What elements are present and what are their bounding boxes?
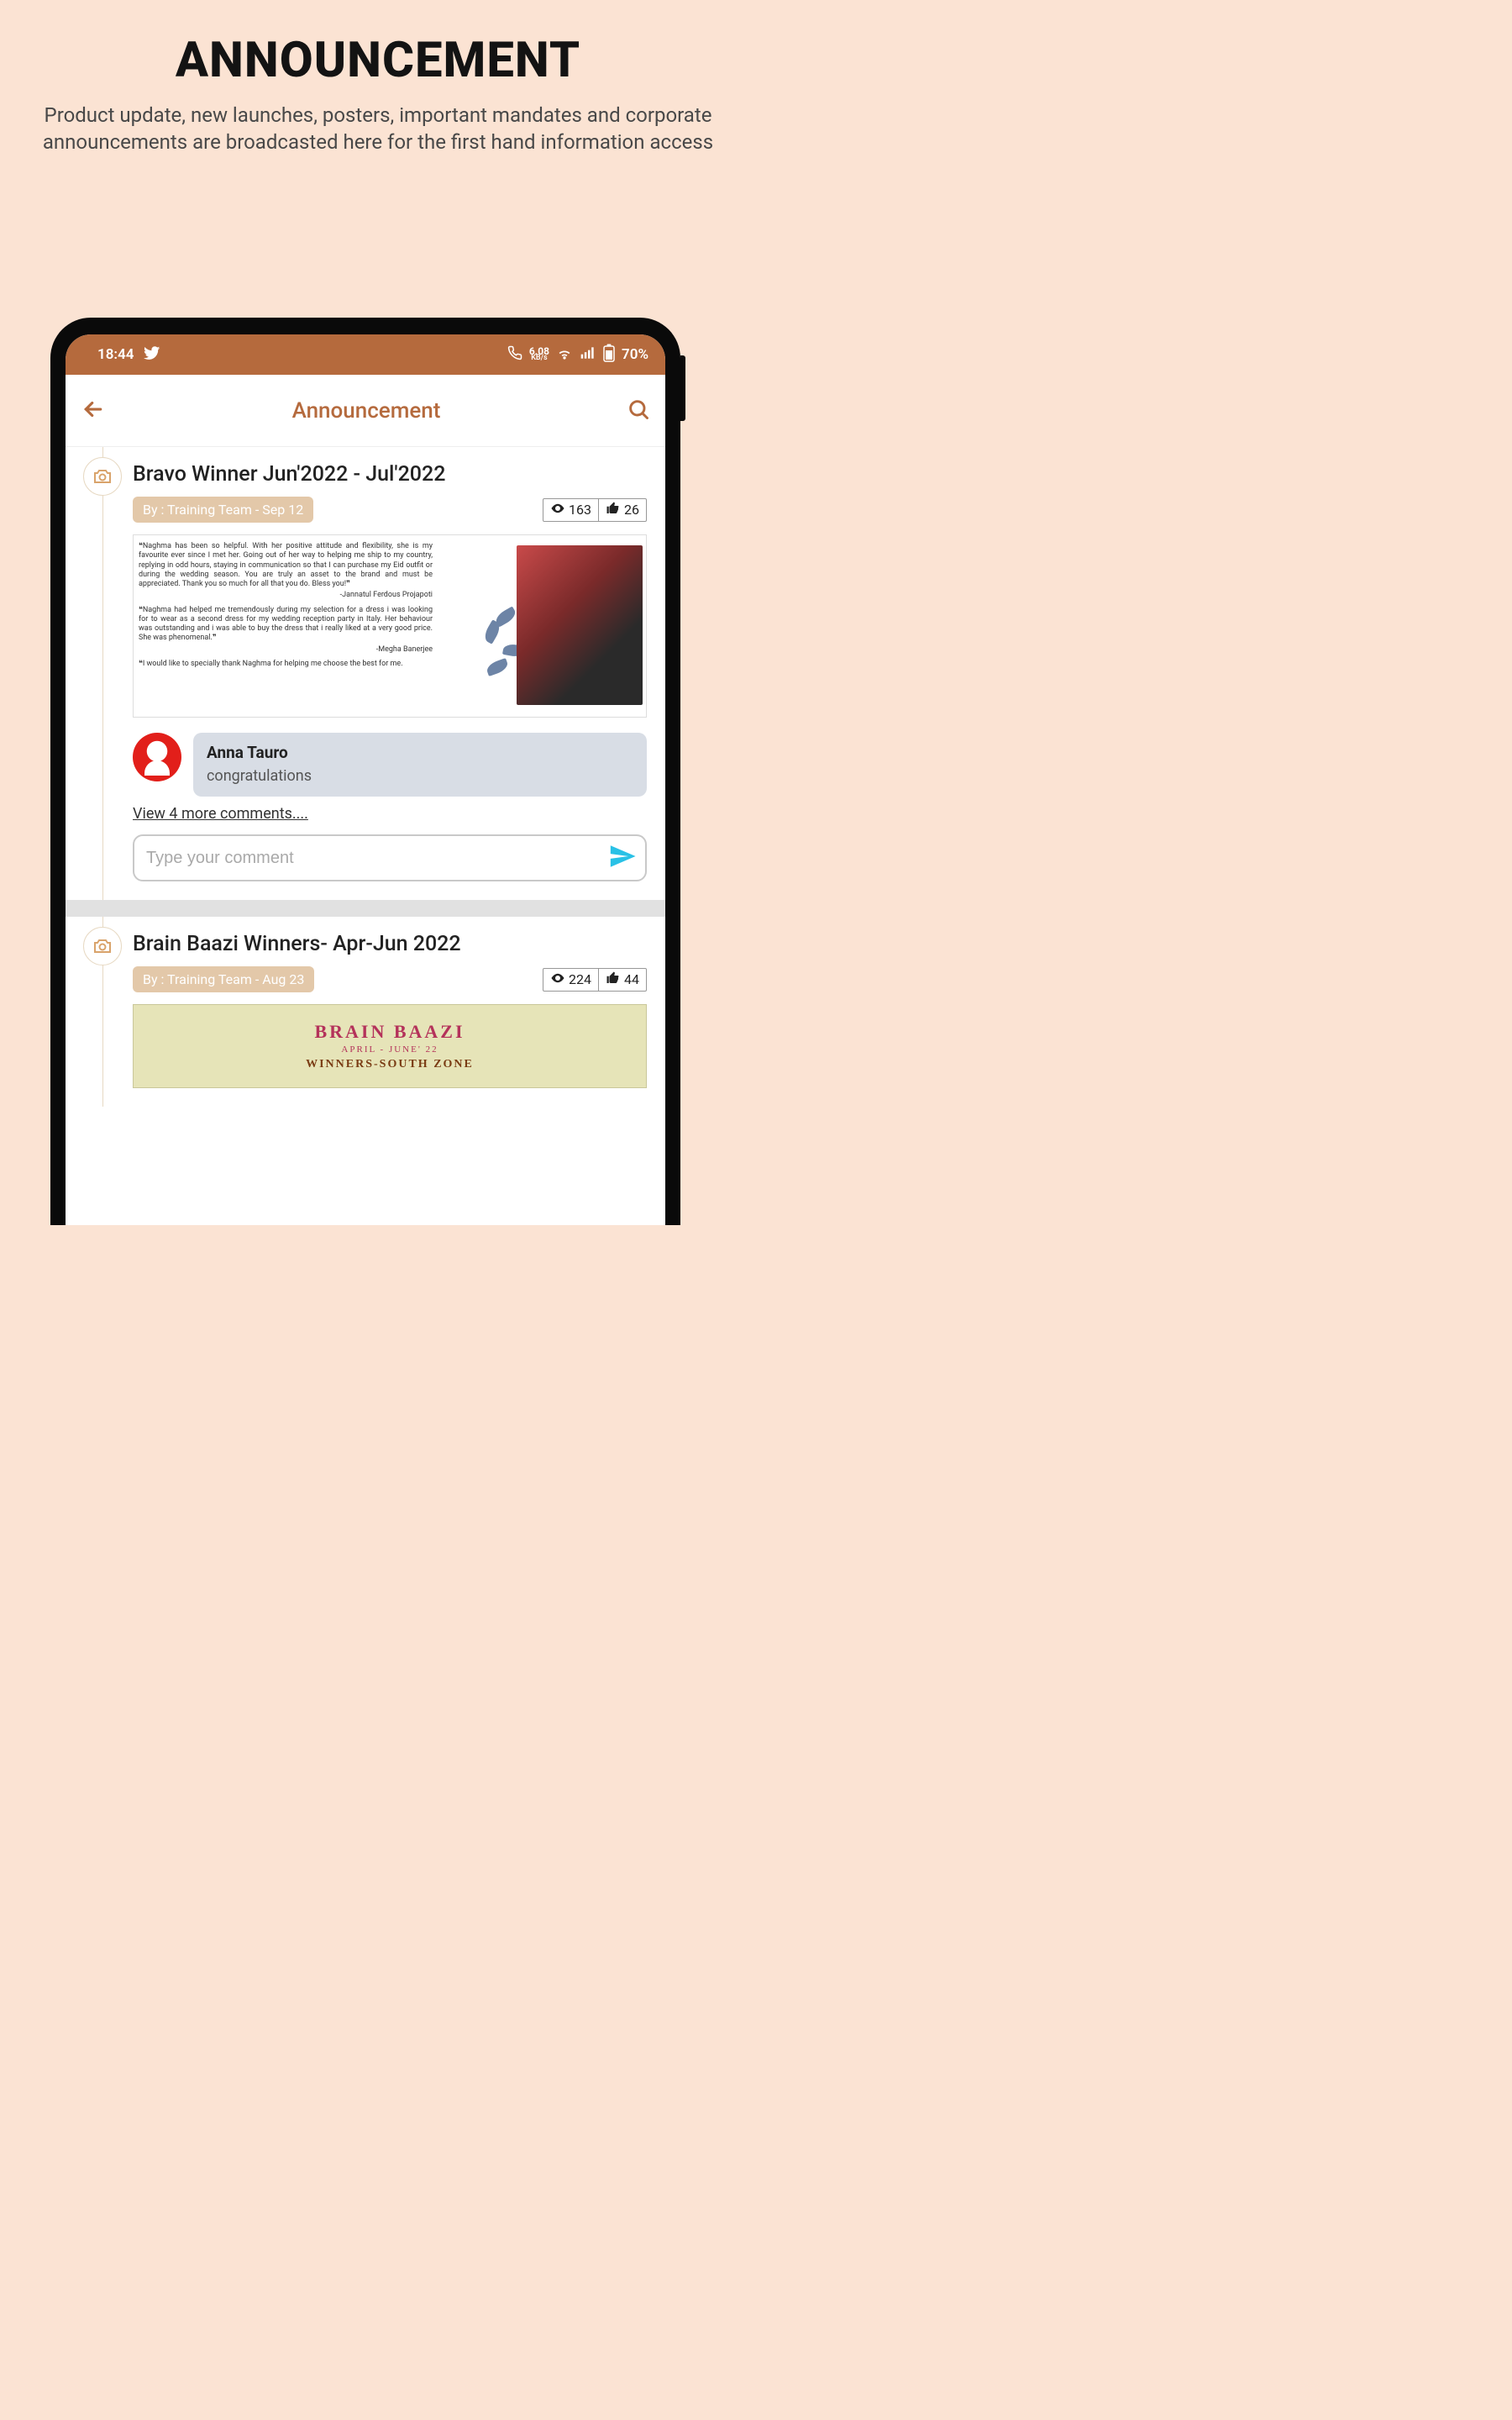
- eye-icon: [550, 501, 565, 519]
- battery-percent: 70%: [622, 346, 648, 363]
- post-title: Bravo Winner Jun'2022 - Jul'2022: [133, 462, 647, 487]
- appbar-title: Announcement: [106, 398, 627, 424]
- device-side-button: [680, 355, 685, 421]
- thumbs-up-icon: [606, 501, 621, 519]
- comment-bubble: Anna Tauro congratulations: [193, 733, 647, 797]
- post-card[interactable]: Bravo Winner Jun'2022 - Jul'2022 By : Tr…: [66, 447, 665, 900]
- post-stats: 224 44: [543, 968, 647, 992]
- app-bar: Announcement: [66, 375, 665, 447]
- banner-title: BRAIN BAAZI: [314, 1021, 465, 1043]
- post-title: Brain Baazi Winners- Apr-Jun 2022: [133, 932, 647, 956]
- search-button[interactable]: [627, 397, 650, 424]
- status-time: 18:44: [97, 346, 134, 363]
- portrait-image: [517, 545, 643, 705]
- twitter-icon: [144, 345, 160, 366]
- hero-subtitle: Product update, new launches, posters, i…: [0, 89, 756, 156]
- testimonial-quote: ❝Naghma has been so helpful. With her po…: [139, 542, 433, 601]
- feed[interactable]: Bravo Winner Jun'2022 - Jul'2022 By : Tr…: [66, 447, 665, 1225]
- call-icon: [507, 345, 522, 365]
- camera-icon: [83, 927, 122, 965]
- post-stats: 163 26: [543, 498, 647, 522]
- testimonial-quote: ❝Naghma had helped me tremendously durin…: [139, 606, 433, 655]
- back-button[interactable]: [81, 397, 106, 425]
- hero-title: ANNOUNCEMENT: [0, 0, 756, 89]
- likes-count: 26: [598, 499, 646, 521]
- comment-text: congratulations: [207, 767, 633, 785]
- device-frame: 18:44 6.08 KB/s: [50, 318, 680, 1225]
- thumbs-up-icon: [606, 971, 621, 989]
- signal-icon: [580, 345, 596, 366]
- likes-count: 44: [598, 969, 646, 991]
- testimonial-quote: ❝I would like to specially thank Naghma …: [139, 660, 433, 669]
- banner-footer: WINNERS-SOUTH ZONE: [306, 1058, 474, 1071]
- comment-input-wrapper: [133, 834, 647, 881]
- post-byline: By : Training Team - Aug 23: [133, 966, 314, 992]
- send-icon[interactable]: [608, 842, 637, 874]
- post-card[interactable]: Brain Baazi Winners- Apr-Jun 2022 By : T…: [66, 917, 665, 1107]
- timeline-line: [102, 447, 103, 900]
- screen: 18:44 6.08 KB/s: [66, 334, 665, 1225]
- status-bar: 18:44 6.08 KB/s: [66, 334, 665, 375]
- wifi-icon: [556, 345, 573, 366]
- battery-icon: [603, 344, 615, 366]
- eye-icon: [550, 971, 565, 989]
- divider: [66, 900, 665, 917]
- banner-subtitle: APRIL - JUNE' 22: [341, 1044, 438, 1055]
- views-count: 163: [543, 499, 598, 521]
- comment-input[interactable]: [146, 849, 608, 868]
- view-more-comments-link[interactable]: View 4 more comments....: [133, 805, 647, 823]
- data-rate: 6.08 KB/s: [529, 348, 549, 362]
- comment-author: Anna Tauro: [207, 743, 633, 762]
- post-image[interactable]: ❝Naghma has been so helpful. With her po…: [133, 534, 647, 718]
- post-byline: By : Training Team - Sep 12: [133, 497, 313, 523]
- views-count: 224: [543, 969, 598, 991]
- comment: Anna Tauro congratulations: [133, 733, 647, 797]
- post-image[interactable]: BRAIN BAAZI APRIL - JUNE' 22 WINNERS-SOU…: [133, 1004, 647, 1088]
- camera-icon: [83, 457, 122, 496]
- avatar: [133, 733, 181, 781]
